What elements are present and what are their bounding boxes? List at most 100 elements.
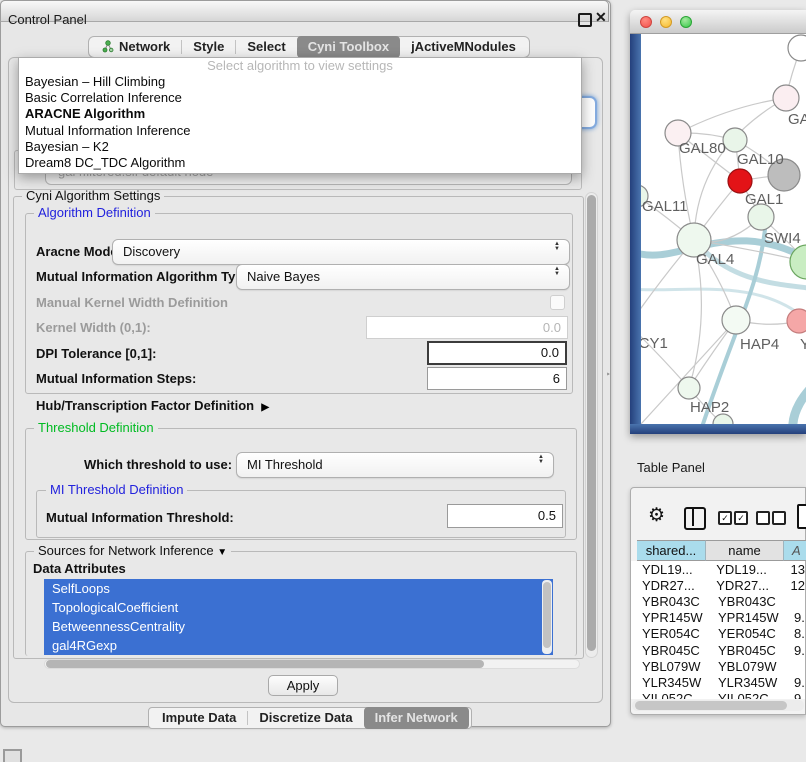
- float-window-icon[interactable]: [578, 13, 592, 27]
- expander-expanded-icon[interactable]: ▼: [217, 547, 227, 558]
- dpi-tolerance-field[interactable]: 0.0: [427, 341, 567, 365]
- mi-threshold-field[interactable]: 0.5: [447, 504, 563, 528]
- attribute-item-selected[interactable]: TopologicalCoefficient: [44, 598, 553, 617]
- screen: Control Panel ✕ Network Style Select Cyn…: [0, 0, 806, 762]
- table-panel-title: Table Panel: [637, 460, 705, 476]
- network-window-titlebar[interactable]: [630, 10, 806, 34]
- mi-threshold-group-title: MI Threshold Definition: [46, 483, 187, 497]
- node-label: HAP4: [740, 336, 779, 353]
- column-header-clipped[interactable]: A: [784, 540, 806, 561]
- combo-arrows-icon: ▲▼: [554, 242, 560, 252]
- aracne-mode-label: Aracne Mode:: [36, 244, 122, 260]
- which-threshold-combo[interactable]: MI Threshold ▲▼: [236, 452, 554, 478]
- panel-divider-handle[interactable]: ‣: [606, 371, 611, 378]
- dpi-tolerance-label: DPI Tolerance [0,1]:: [36, 346, 156, 362]
- threshold-definition-title: Threshold Definition: [34, 421, 158, 435]
- tab-cyni-toolbox[interactable]: Cyni Toolbox: [297, 36, 400, 58]
- table-row[interactable]: YBL079WYBL079W: [631, 658, 805, 674]
- table-row[interactable]: YBR045CYBR045C9.: [631, 642, 805, 658]
- table-horizontal-scrollbar-thumb[interactable]: [635, 701, 787, 710]
- tab-impute-data[interactable]: Impute Data: [151, 709, 247, 727]
- node-label: GAL11: [642, 198, 688, 215]
- node-label: GAL80: [679, 140, 726, 157]
- algorithm-definition-title: Algorithm Definition: [34, 206, 155, 220]
- network-canvas[interactable]: GAL GAL80 GAL10 GAL1 GAL11 SWI4 GAL4 GCY…: [641, 34, 806, 424]
- minimize-traffic-light[interactable]: [660, 16, 672, 28]
- tab-discretize-data[interactable]: Discretize Data: [248, 709, 363, 727]
- node-label: GAL4: [696, 251, 734, 268]
- dropdown-prompt: Select algorithm to view settings: [19, 58, 581, 74]
- table-row[interactable]: YLR345WYLR345W9.: [631, 674, 805, 690]
- attribute-item-selected[interactable]: gal4RGexp: [44, 636, 553, 655]
- cyni-algorithm-settings-title: Cyni Algorithm Settings: [22, 189, 164, 203]
- deselect-all-checkbox-icon[interactable]: [772, 511, 786, 525]
- table-row[interactable]: YDR27...YDR27...12: [631, 577, 805, 593]
- node-label: HAP2: [690, 399, 729, 416]
- mi-steps-field[interactable]: 6: [427, 367, 567, 390]
- data-attributes-label: Data Attributes: [33, 561, 126, 577]
- network-view-window[interactable]: GAL GAL80 GAL10 GAL1 GAL11 SWI4 GAL4 GCY…: [630, 10, 806, 434]
- dropdown-item[interactable]: Basic Correlation Inference: [19, 90, 581, 106]
- data-attributes-list: SelfLoops TopologicalCoefficient Between…: [44, 579, 553, 655]
- mi-algorithm-type-label: Mutual Information Algorithm Type:: [36, 269, 255, 285]
- table-body: YDL19...YDL19...13 YDR27...YDR27...12 YB…: [631, 561, 805, 699]
- column-visibility-icon: [692, 507, 694, 526]
- select-all-checkbox-icon[interactable]: ✓: [718, 511, 732, 525]
- tab-network[interactable]: Network: [91, 38, 181, 56]
- dropdown-item[interactable]: Mutual Information Inference: [19, 123, 581, 139]
- close-traffic-light[interactable]: [640, 16, 652, 28]
- export-table-icon[interactable]: [797, 504, 806, 529]
- tab-select[interactable]: Select: [236, 38, 296, 56]
- mi-threshold-label: Mutual Information Threshold:: [46, 510, 234, 526]
- node-label: GCY1: [641, 335, 668, 352]
- combo-arrows-icon: ▲▼: [554, 267, 560, 277]
- table-row[interactable]: YDL19...YDL19...13: [631, 561, 805, 577]
- tab-style[interactable]: Style: [182, 38, 235, 56]
- control-panel-titlebar[interactable]: [0, 0, 609, 22]
- attribute-item-selected[interactable]: BetweennessCentrality: [44, 617, 553, 636]
- which-threshold-label: Which threshold to use:: [84, 457, 232, 473]
- expander-collapsed-icon[interactable]: ▶: [261, 402, 269, 413]
- zoom-traffic-light[interactable]: [680, 16, 692, 28]
- table-row[interactable]: YPR145WYPR145W9.: [631, 610, 805, 626]
- dropdown-item[interactable]: Bayesian – Hill Climbing: [19, 74, 581, 90]
- dropdown-item[interactable]: Dream8 DC_TDC Algorithm: [19, 155, 581, 171]
- network-icon: [102, 40, 114, 53]
- apply-button[interactable]: Apply: [268, 675, 338, 696]
- close-icon[interactable]: ✕: [595, 9, 607, 25]
- settings-horizontal-scrollbar-thumb[interactable]: [46, 660, 484, 668]
- column-visibility-icon[interactable]: [684, 507, 706, 530]
- node-label: GAL1: [745, 191, 783, 208]
- node-label: SWI4: [764, 230, 801, 247]
- settings-vertical-scrollbar-thumb[interactable]: [587, 195, 596, 651]
- table-row[interactable]: YBR043CYBR043C: [631, 593, 805, 609]
- deselect-all-checkbox-icon[interactable]: [756, 511, 770, 525]
- column-header-shared-name[interactable]: shared...: [637, 540, 706, 561]
- manual-kernel-width-checkbox[interactable]: [550, 295, 565, 310]
- algorithm-dropdown-popup: Select algorithm to view settings Bayesi…: [18, 57, 582, 174]
- select-all-checkbox-icon[interactable]: ✓: [734, 511, 748, 525]
- attribute-item-selected[interactable]: SelfLoops: [44, 579, 553, 598]
- hub-factor-expander[interactable]: Hub/Transcription Factor Definition ▶: [36, 398, 269, 416]
- kernel-width-field[interactable]: 0.0: [366, 316, 568, 339]
- sources-group-title[interactable]: Sources for Network Inference ▼: [34, 544, 231, 560]
- table-row[interactable]: YER054CYER054C8.: [631, 626, 805, 642]
- dropdown-item[interactable]: Bayesian – K2: [19, 139, 581, 155]
- attribute-list-scrollbar-thumb[interactable]: [543, 582, 551, 648]
- aracne-mode-combo[interactable]: Discovery ▲▼: [112, 239, 570, 265]
- node-label: GAL: [788, 111, 806, 128]
- tab-network-label: Network: [119, 39, 170, 54]
- mi-steps-label: Mutual Information Steps:: [36, 371, 196, 387]
- combo-arrows-icon: ▲▼: [538, 455, 544, 465]
- dropdown-item-highlighted[interactable]: ARACNE Algorithm: [19, 106, 581, 122]
- gear-icon[interactable]: ⚙: [648, 505, 665, 527]
- bottom-tabbar: Impute Data Discretize Data Infer Networ…: [148, 707, 472, 729]
- mi-algorithm-type-combo[interactable]: Naive Bayes ▲▼: [236, 264, 570, 290]
- table-row[interactable]: YIL052CYIL052C9: [631, 691, 805, 700]
- tab-jactivemnodules[interactable]: jActiveMNodules: [400, 38, 527, 56]
- tab-infer-network[interactable]: Infer Network: [364, 707, 469, 729]
- control-panel-tabbar: Network Style Select Cyni Toolbox jActiv…: [88, 36, 530, 58]
- collapsed-panel-icon[interactable]: [3, 749, 22, 762]
- node-label: GAL10: [737, 151, 784, 168]
- column-header-name[interactable]: name: [706, 540, 784, 561]
